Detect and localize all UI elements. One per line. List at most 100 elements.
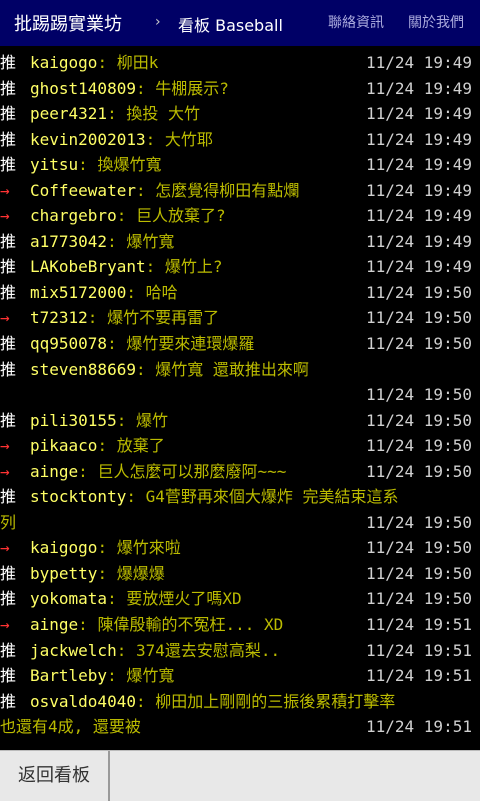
comment-row: → ainge: 陳偉殷輸的不冤枉... XD 11/24 19:51 <box>0 612 480 638</box>
comment-row: 推 qq950078: 爆竹要來連環爆羅 11/24 19:50 <box>0 331 480 357</box>
comment-time: 11/24 19:51 <box>366 640 472 660</box>
comment-message: : 柳田加上剛剛的三振後累積打擊率 <box>135 691 396 711</box>
comment-time: 11/24 19:50 <box>366 334 472 354</box>
push-tag: 推 <box>0 563 17 583</box>
comment-row: 推 Bartleby: 爆竹寬 11/24 19:51 <box>0 663 480 689</box>
push-tag: 推 <box>0 487 17 507</box>
comment-time: 11/24 19:50 <box>366 385 472 405</box>
comment-user: yokomata: 要放煙火了嗎XD <box>30 586 242 612</box>
comment-user: ghost140809: 牛棚展示? <box>30 76 229 102</box>
comment-user-id: osvaldo4040 <box>30 691 136 711</box>
comment-user-id: kaigogo <box>30 538 98 558</box>
comment-user-id: chargebro <box>30 206 117 226</box>
comment-user-id: LAKobeBryant <box>30 257 146 277</box>
comment-message: : 374還去安慰高梨.. <box>116 640 281 660</box>
comment-row: → chargebro: 巨人放棄了? 11/24 19:49 <box>0 203 480 229</box>
comment-user-id: yokomata <box>30 589 108 609</box>
comment-message-continuation: 也還有4成, 還要被 <box>0 717 141 737</box>
comment-row: 推 pili30155: 爆竹 11/24 19:50 <box>0 408 480 434</box>
comment-message: : 陳偉殷輸的不冤枉... XD <box>78 615 284 635</box>
top-navigation-bar: 批踢踢實業坊 › 看板 Baseball 聯絡資訊 關於我們 <box>0 0 480 46</box>
push-tag: 推 <box>0 104 17 124</box>
comment-row: 推 bypetty: 爆爆爆 11/24 19:50 <box>0 561 480 587</box>
push-tag: 推 <box>0 282 17 302</box>
comment-user-id: kaigogo <box>30 53 98 72</box>
comment-user: peer4321: 換投 大竹 <box>30 101 200 127</box>
comment-user: osvaldo4040: 柳田加上剛剛的三振後累積打擊率 <box>30 689 395 715</box>
push-tag: 推 <box>0 666 17 686</box>
back-to-board-button[interactable]: 返回看板 <box>0 751 110 801</box>
comment-message: : 巨人怎麼可以那麼廢阿~~~ <box>78 461 287 481</box>
comment-time: 11/24 19:49 <box>366 78 472 98</box>
breadcrumb-chevron-icon: › <box>155 14 161 30</box>
comment-user-id: mix5172000 <box>30 282 127 302</box>
comment-time: 11/24 19:51 <box>366 666 472 686</box>
contact-link[interactable]: 聯絡資訊 <box>328 12 384 32</box>
comment-time: 11/24 19:49 <box>366 53 472 72</box>
comment-list[interactable]: 推 kaigogo: 柳田k 11/24 19:49 推 ghost140809: 牛棚… <box>0 50 480 750</box>
comment-row: 推 steven88669: 爆竹寬 還敢推出來啊 <box>0 357 480 383</box>
comment-user-id: steven88669 <box>30 359 136 379</box>
arrow-tag: → <box>0 206 10 226</box>
comment-time: 11/24 19:50 <box>366 436 472 456</box>
comment-time: 11/24 19:50 <box>366 538 472 558</box>
comment-user: kaigogo: 爆竹來啦 <box>30 535 181 561</box>
push-tag: 推 <box>0 78 17 98</box>
comment-user-id: ainge <box>30 615 79 635</box>
comment-user-id: qq950078 <box>30 334 108 354</box>
comment-user: a1773042: 爆竹寬 <box>30 229 174 255</box>
about-link[interactable]: 關於我們 <box>408 12 464 32</box>
comment-user: ainge: 巨人怎麼可以那麼廢阿~~~ <box>30 459 286 485</box>
push-tag: 推 <box>0 155 17 175</box>
comment-message: : 柳田k <box>97 53 159 72</box>
board-link[interactable]: 看板 Baseball <box>178 12 283 36</box>
comment-message: : 爆竹要來連環爆羅 <box>107 334 255 354</box>
comment-message: : 怎麼覺得柳田有點爛 <box>135 180 300 200</box>
comment-time: 11/24 19:49 <box>366 180 472 200</box>
comment-message: : 哈哈 <box>126 282 178 302</box>
comment-message: : 爆竹來啦 <box>97 538 181 558</box>
comment-message: : 爆竹不要再雷了 <box>87 308 220 328</box>
comment-message: : 爆竹上? <box>145 257 223 277</box>
comment-row: 推 kaigogo: 柳田k 11/24 19:49 <box>0 50 480 76</box>
push-tag: 推 <box>0 257 17 277</box>
comment-row: 推 stocktonty: G4菅野再來個大爆炸 完美結束這系 <box>0 484 480 510</box>
comment-row: → ainge: 巨人怎麼可以那麼廢阿~~~ 11/24 19:50 <box>0 459 480 485</box>
push-tag: 推 <box>0 359 17 379</box>
push-tag: 推 <box>0 129 17 149</box>
comment-time: 11/24 19:50 <box>366 512 472 532</box>
comment-time: 11/24 19:49 <box>366 129 472 149</box>
comment-time: 11/24 19:49 <box>366 104 472 124</box>
comment-user: bypetty: 爆爆爆 <box>30 561 165 587</box>
comment-row: → Coffeewater: 怎麼覺得柳田有點爛 11/24 19:49 <box>0 178 480 204</box>
comment-time: 11/24 19:51 <box>366 615 472 635</box>
comment-user-id: a1773042 <box>30 231 108 251</box>
comment-time: 11/24 19:49 <box>366 257 472 277</box>
comment-user-id: pili30155 <box>30 410 117 430</box>
comment-user: ainge: 陳偉殷輸的不冤枉... XD <box>30 612 283 638</box>
push-tag: 推 <box>0 589 17 609</box>
comment-user: kevin2002013: 大竹耶 <box>30 127 213 153</box>
comment-user-id: yitsu <box>30 155 79 175</box>
comment-message: : 大竹耶 <box>145 129 213 149</box>
comment-message: : 爆竹寬 <box>107 666 175 686</box>
comment-message-continuation: 列 <box>0 512 17 532</box>
comment-row: 推 ghost140809: 牛棚展示? 11/24 19:49 <box>0 76 480 102</box>
comment-row: → kaigogo: 爆竹來啦 11/24 19:50 <box>0 535 480 561</box>
comment-message: : G4菅野再來個大爆炸 完美結束這系 <box>126 487 399 507</box>
comment-user: kaigogo: 柳田k <box>30 50 158 76</box>
comment-time: 11/24 19:50 <box>366 282 472 302</box>
comment-user: jackwelch: 374還去安慰高梨.. <box>30 638 280 664</box>
comment-user-id: t72312 <box>30 308 88 328</box>
arrow-tag: → <box>0 308 10 328</box>
comment-message: : 換投 大竹 <box>107 104 200 124</box>
comment-row: 推 jackwelch: 374還去安慰高梨.. 11/24 19:51 <box>0 638 480 664</box>
comment-user: steven88669: 爆竹寬 還敢推出來啊 <box>30 357 309 383</box>
site-brand-link[interactable]: 批踢踢實業坊 <box>14 10 122 36</box>
push-tag: 推 <box>0 691 17 711</box>
comment-message: : 牛棚展示? <box>135 78 229 98</box>
comment-message: : 爆竹寬 還敢推出來啊 <box>135 359 309 379</box>
comment-time: 11/24 19:50 <box>366 589 472 609</box>
comment-time: 11/24 19:50 <box>366 461 472 481</box>
comment-user-id: jackwelch <box>30 640 117 660</box>
